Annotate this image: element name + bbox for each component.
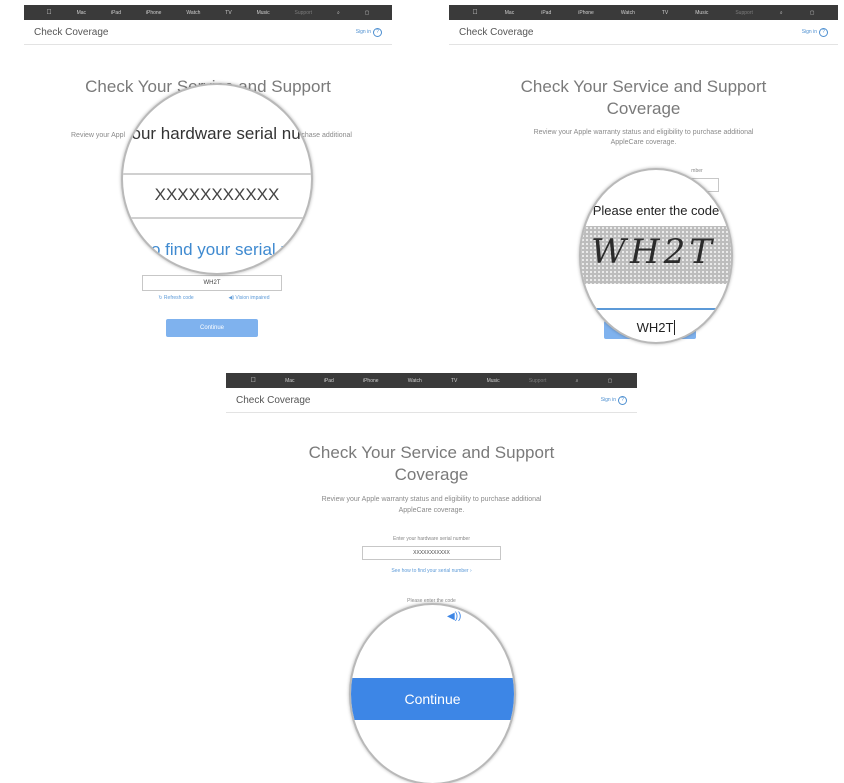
bag-icon[interactable]: ▢ xyxy=(608,378,613,384)
search-icon[interactable]: ⌕ xyxy=(780,10,783,16)
nav-item-support[interactable]: Support xyxy=(735,10,753,16)
sub-header: Check Coverage Sign in? xyxy=(226,388,637,413)
bag-icon[interactable]: ▢ xyxy=(810,10,815,16)
nav-item-music[interactable]: Music xyxy=(695,10,708,16)
description-line2: AppleCare coverage. xyxy=(398,507,465,514)
global-nav:  Mac iPad iPhone Watch TV Music Support… xyxy=(226,373,637,388)
help-icon[interactable]: ? xyxy=(373,27,382,37)
captcha-image: WH2T xyxy=(581,226,731,284)
zoom-serial-label: your hardware serial nu xyxy=(123,124,301,143)
help-icon[interactable]: ? xyxy=(618,395,627,405)
description-line1: Review your Apple warranty status and el… xyxy=(321,496,542,503)
description-left-partial: Review your Appl xyxy=(71,132,126,139)
zoom-speaker-icon[interactable]: ◀)) xyxy=(447,611,461,622)
sub-header: Check Coverage Sign in? xyxy=(24,20,392,45)
refresh-code-link[interactable]: ↻ Refresh code xyxy=(146,295,206,301)
zoom-divider-bottom xyxy=(123,217,311,219)
refresh-label: Refresh code xyxy=(163,295,194,301)
nav-item-tv[interactable]: TV xyxy=(662,10,668,16)
description-line1: Review your Apple warranty status and el… xyxy=(533,129,754,136)
sub-header: Check Coverage Sign in? xyxy=(449,20,838,45)
serial-label: Enter your hardware serial number xyxy=(393,536,470,542)
page-title: Check Coverage xyxy=(34,26,109,38)
panel-step-1:  Mac iPad iPhone Watch TV Music Support… xyxy=(24,5,392,352)
page-title: Check Coverage xyxy=(459,26,534,38)
zoom-divider-top xyxy=(123,173,311,175)
nav-item-tv[interactable]: TV xyxy=(225,10,231,16)
main-heading-line2: Coverage xyxy=(606,99,681,118)
main-heading-line1: Check Your Service and Support xyxy=(308,443,555,462)
nav-item-mac[interactable]: Mac xyxy=(505,10,514,16)
magnifier-continue: ◀)) Continue xyxy=(349,603,516,783)
zoom-code-label: Please enter the code xyxy=(592,203,720,218)
panel-step-2:  Mac iPad iPhone Watch TV Music Support… xyxy=(449,5,838,352)
text-cursor xyxy=(674,320,676,335)
sign-in-link[interactable]: Sign in? xyxy=(801,27,828,37)
zoom-code-value: WH2T xyxy=(636,320,674,335)
code-input[interactable]: WH2T xyxy=(142,275,282,291)
zoom-serial-value[interactable]: XXXXXXXXXXX xyxy=(123,185,311,205)
apple-logo-icon[interactable]:  xyxy=(473,9,478,16)
magnifier-captcha: Please enter the code WH2T WH2T xyxy=(579,168,733,344)
global-nav:  Mac iPad iPhone Watch TV Music Support… xyxy=(24,5,392,20)
description-line2: AppleCare coverage. xyxy=(610,139,677,146)
sign-in-label: Sign in xyxy=(600,397,616,403)
search-icon[interactable]: ⌕ xyxy=(337,10,340,16)
sign-in-link[interactable]: Sign in? xyxy=(600,395,627,405)
nav-item-watch[interactable]: Watch xyxy=(408,378,422,384)
nav-item-iphone[interactable]: iPhone xyxy=(363,378,379,384)
serial-input[interactable]: XXXXXXXXXXX xyxy=(362,546,501,560)
zoom-code-input[interactable]: WH2T xyxy=(581,320,731,335)
nav-item-iphone[interactable]: iPhone xyxy=(146,10,162,16)
nav-item-support[interactable]: Support xyxy=(529,378,547,384)
search-icon[interactable]: ⌕ xyxy=(576,378,579,384)
magnifier-serial: your hardware serial nu XXXXXXXXXXX v to… xyxy=(121,83,313,275)
sign-in-label: Sign in xyxy=(801,29,817,35)
zoom-divider xyxy=(581,308,731,310)
zoom-continue-button[interactable]: Continue xyxy=(351,678,514,720)
nav-item-watch[interactable]: Watch xyxy=(621,10,635,16)
nav-item-ipad[interactable]: iPad xyxy=(111,10,121,16)
panel-step-3:  Mac iPad iPhone Watch TV Music Support… xyxy=(226,373,637,783)
nav-item-ipad[interactable]: iPad xyxy=(324,378,334,384)
zoom-find-serial-link[interactable]: v to find your serial n xyxy=(133,240,311,260)
vision-impaired-link[interactable]: ◀) Vision impaired xyxy=(214,295,284,301)
main-heading-line1: Check Your Service and Support xyxy=(520,77,767,96)
nav-item-iphone[interactable]: iPhone xyxy=(578,10,594,16)
captcha-text: WH2T xyxy=(591,232,716,272)
apple-logo-icon[interactable]:  xyxy=(251,377,256,384)
vision-label: Vision impaired xyxy=(235,295,270,301)
refresh-icon: ↻ xyxy=(158,295,163,301)
bag-icon[interactable]: ▢ xyxy=(365,10,370,16)
nav-item-ipad[interactable]: iPad xyxy=(541,10,551,16)
page-title: Check Coverage xyxy=(236,394,311,406)
nav-item-watch[interactable]: Watch xyxy=(186,10,200,16)
nav-item-mac[interactable]: Mac xyxy=(77,10,86,16)
nav-item-mac[interactable]: Mac xyxy=(285,378,294,384)
main-heading-line2: Coverage xyxy=(394,465,469,484)
nav-item-music[interactable]: Music xyxy=(487,378,500,384)
speaker-icon: ◀) xyxy=(228,295,235,301)
apple-logo-icon[interactable]:  xyxy=(46,9,51,16)
sign-in-label: Sign in xyxy=(355,29,371,35)
nav-item-music[interactable]: Music xyxy=(257,10,270,16)
continue-button[interactable]: Continue xyxy=(166,319,258,337)
help-icon[interactable]: ? xyxy=(819,27,828,37)
global-nav:  Mac iPad iPhone Watch TV Music Support… xyxy=(449,5,838,20)
nav-item-tv[interactable]: TV xyxy=(451,378,457,384)
sign-in-link[interactable]: Sign in? xyxy=(355,27,382,37)
find-serial-link[interactable]: See how to find your serial number › xyxy=(226,568,637,574)
nav-item-support[interactable]: Support xyxy=(295,10,313,16)
